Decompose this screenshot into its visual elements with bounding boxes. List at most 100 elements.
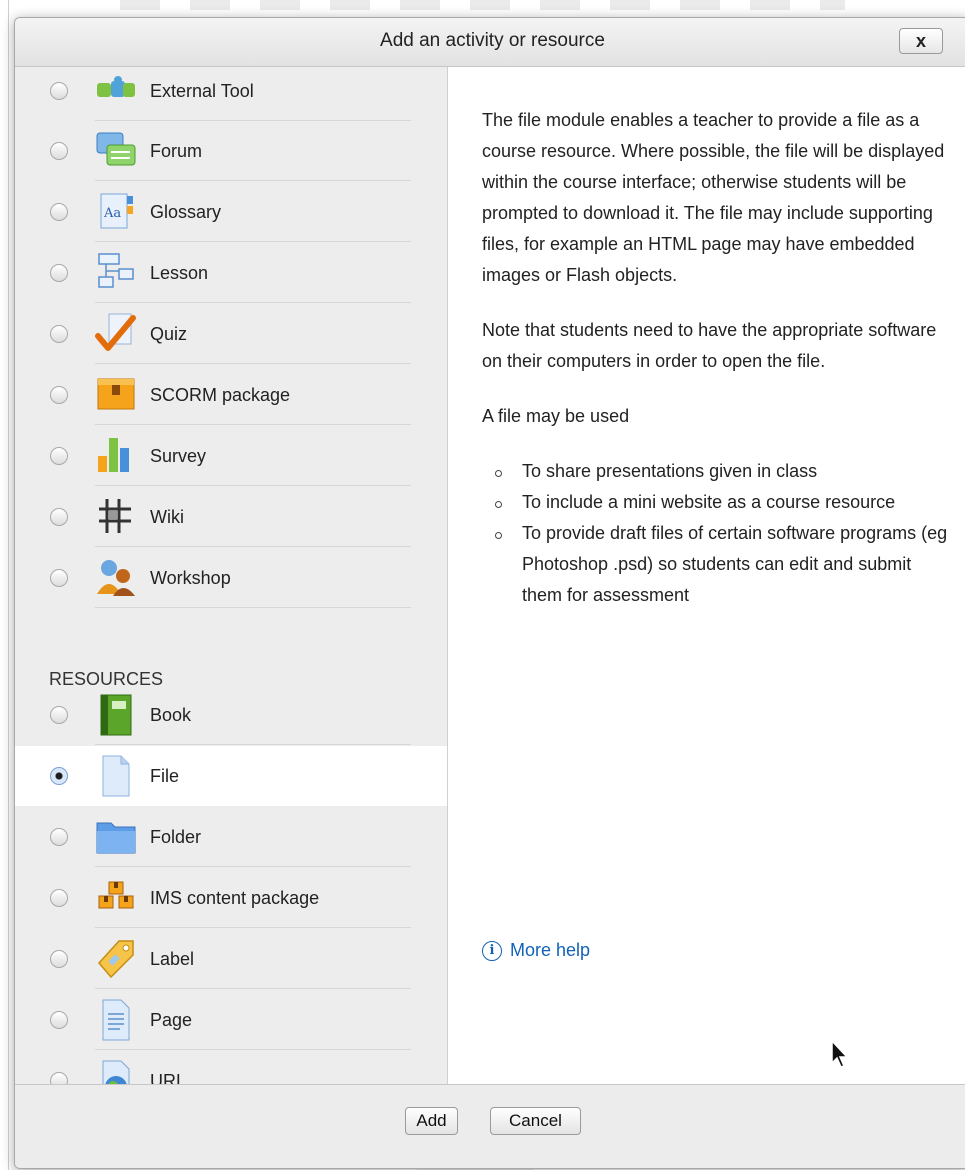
boxes-icon (95, 876, 137, 920)
option-label-resource[interactable]: Label (15, 929, 447, 989)
glossary-icon: Aa (95, 190, 137, 234)
option-label: Label (150, 949, 195, 969)
option-label: Quiz (150, 324, 188, 344)
help-text: The file module enables a teacher to pro… (482, 105, 952, 611)
checkmark-icon (95, 312, 137, 356)
option-glossary[interactable]: Aa Glossary (15, 182, 447, 242)
divider (95, 180, 411, 181)
book-icon (95, 693, 137, 737)
option-label: File (150, 766, 180, 786)
divider (95, 241, 411, 242)
option-label: Folder (150, 827, 202, 847)
radio-book[interactable] (50, 706, 68, 724)
divider (95, 988, 411, 989)
divider (95, 927, 411, 928)
radio-page[interactable] (50, 1011, 68, 1029)
svg-text:Aa: Aa (103, 206, 121, 221)
option-label: SCORM package (150, 385, 291, 405)
page-icon (95, 998, 137, 1042)
folder-icon (95, 815, 137, 859)
option-survey[interactable]: Survey (15, 426, 447, 486)
mouse-pointer-icon (830, 1039, 850, 1069)
divider (95, 1049, 411, 1050)
radio-forum[interactable] (50, 142, 68, 160)
close-button[interactable]: x (899, 28, 943, 54)
close-icon: x (915, 31, 926, 51)
cancel-button[interactable]: Cancel (490, 1107, 581, 1135)
radio-lesson[interactable] (50, 264, 68, 282)
wiki-icon (95, 495, 137, 539)
radio-external-tool[interactable] (50, 82, 68, 100)
option-label: Lesson (150, 263, 209, 283)
list-item: To include a mini website as a course re… (495, 487, 952, 518)
package-box-icon (95, 373, 137, 417)
option-label: IMS content package (150, 888, 320, 908)
help-paragraph: Note that students need to have the appr… (482, 320, 937, 371)
flowchart-icon (95, 251, 137, 295)
help-pane: The file module enables a teacher to pro… (448, 67, 965, 1084)
file-icon (95, 754, 137, 798)
more-help-label: More help (510, 940, 591, 960)
option-quiz[interactable]: Quiz (15, 304, 447, 364)
divider (95, 607, 411, 608)
option-label: Survey (150, 446, 207, 466)
option-page[interactable]: Page (15, 990, 447, 1050)
radio-wiki[interactable] (50, 508, 68, 526)
option-label: Workshop (150, 568, 231, 588)
globe-icon (95, 1059, 137, 1084)
radio-scorm[interactable] (50, 386, 68, 404)
more-help-link[interactable]: i More help (482, 940, 590, 961)
option-book[interactable]: Book (15, 685, 447, 745)
radio-glossary[interactable] (50, 203, 68, 221)
option-label: Book (150, 705, 192, 725)
people-icon (95, 556, 137, 600)
radio-ims[interactable] (50, 889, 68, 907)
radio-label[interactable] (50, 950, 68, 968)
option-label: External Tool (150, 81, 254, 101)
help-paragraph: A file may be used (482, 406, 630, 426)
add-button[interactable]: Add (405, 1107, 458, 1135)
option-label: Glossary (150, 202, 222, 222)
option-forum[interactable]: Forum (15, 121, 447, 181)
info-icon: i (482, 940, 502, 961)
option-ims-content-package[interactable]: IMS content package (15, 868, 447, 928)
module-list[interactable]: External Tool Forum Aa Glossary Lesson Q… (15, 67, 448, 1084)
option-scorm[interactable]: SCORM package (15, 365, 447, 425)
background-page-content (120, 0, 845, 10)
divider (95, 866, 411, 867)
option-folder[interactable]: Folder (15, 807, 447, 867)
puzzle-icon (95, 69, 137, 113)
speech-bubbles-icon (95, 129, 137, 173)
divider (95, 363, 411, 364)
option-external-tool[interactable]: External Tool (15, 67, 447, 121)
option-url[interactable]: URL (15, 1051, 447, 1084)
divider (95, 744, 411, 745)
list-item: To share presentations given in class (495, 456, 952, 487)
divider (95, 485, 411, 486)
help-paragraph: The file module enables a teacher to pro… (482, 110, 945, 285)
option-lesson[interactable]: Lesson (15, 243, 447, 303)
radio-quiz[interactable] (50, 325, 68, 343)
option-file[interactable]: File (15, 746, 447, 806)
dialog-titlebar: Add an activity or resource x (15, 18, 965, 67)
list-item: To provide draft files of certain softwa… (495, 518, 952, 611)
radio-file[interactable] (50, 767, 68, 785)
option-label: Page (150, 1010, 193, 1030)
dialog-footer: Add Cancel (15, 1084, 965, 1168)
option-label: Forum (150, 141, 203, 161)
radio-url[interactable] (50, 1072, 68, 1084)
add-activity-dialog: Add an activity or resource x External T… (14, 17, 965, 1169)
radio-workshop[interactable] (50, 569, 68, 587)
dialog-title: Add an activity or resource (380, 30, 605, 51)
divider (95, 302, 411, 303)
radio-folder[interactable] (50, 828, 68, 846)
bar-chart-icon (95, 434, 137, 478)
divider (95, 424, 411, 425)
radio-survey[interactable] (50, 447, 68, 465)
tag-icon (95, 937, 137, 981)
option-workshop[interactable]: Workshop (15, 548, 447, 608)
option-label: Wiki (150, 507, 184, 527)
option-wiki[interactable]: Wiki (15, 487, 447, 547)
divider (95, 546, 411, 547)
uses-list: To share presentations given in class To… (482, 456, 952, 611)
